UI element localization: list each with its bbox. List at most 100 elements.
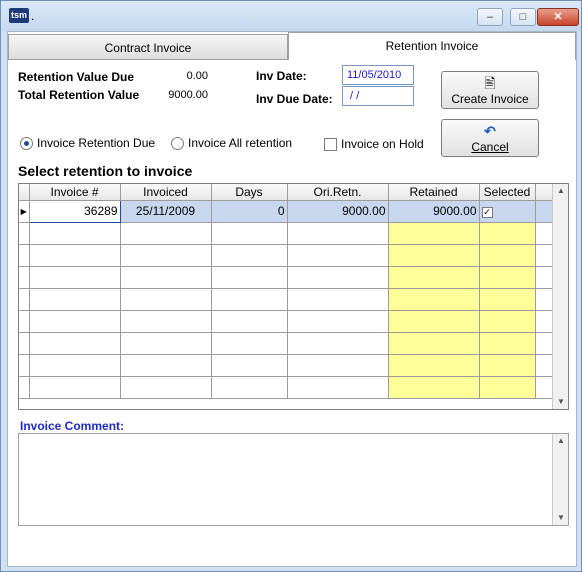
empty-cell[interactable]	[479, 376, 536, 399]
empty-cell[interactable]	[287, 222, 389, 245]
table-row-empty[interactable]	[19, 222, 554, 245]
table-row-empty[interactable]	[19, 244, 554, 267]
empty-cell[interactable]	[29, 244, 121, 267]
empty-cell[interactable]	[29, 354, 121, 377]
empty-cell	[535, 222, 554, 245]
radio-indicator	[171, 136, 184, 150]
days-cell[interactable]: 0	[211, 200, 288, 223]
empty-cell[interactable]	[479, 288, 536, 311]
column-header-days[interactable]: Days	[211, 184, 288, 201]
empty-cell[interactable]	[287, 354, 389, 377]
cancel-button[interactable]: ↶ Cancel	[441, 119, 539, 157]
empty-cell[interactable]	[29, 310, 121, 333]
maximize-button[interactable]: □	[510, 8, 536, 26]
empty-cell[interactable]	[287, 332, 389, 355]
empty-cell	[535, 332, 554, 355]
empty-cell[interactable]	[479, 354, 536, 377]
selected-cell[interactable]: ✓	[479, 200, 536, 223]
close-button[interactable]: ✕	[537, 8, 579, 26]
empty-cell[interactable]	[479, 266, 536, 289]
empty-cell[interactable]	[211, 310, 288, 333]
table-row-empty[interactable]	[19, 310, 554, 333]
scroll-down-icon[interactable]: ▼	[553, 395, 568, 409]
column-header-invoice[interactable]: Invoice #	[29, 184, 121, 201]
empty-cell[interactable]	[120, 310, 212, 333]
column-header-selected[interactable]: Selected	[479, 184, 536, 201]
tab-contract-invoice[interactable]: Contract Invoice	[8, 34, 288, 60]
empty-cell[interactable]	[29, 288, 121, 311]
app-icon: tsm	[9, 8, 29, 23]
column-header-invoiced[interactable]: Invoiced	[120, 184, 212, 201]
empty-cell[interactable]	[287, 244, 389, 267]
empty-cell[interactable]	[388, 288, 480, 311]
invoice-on-hold-checkbox[interactable]: Invoice on Hold	[324, 137, 424, 151]
tab-retention-invoice[interactable]: Retention Invoice	[288, 32, 576, 60]
table-row-empty[interactable]	[19, 376, 554, 399]
empty-cell[interactable]	[29, 222, 121, 245]
empty-cell[interactable]	[479, 222, 536, 245]
spare-cell	[535, 200, 554, 223]
empty-cell[interactable]	[211, 354, 288, 377]
empty-cell[interactable]	[29, 266, 121, 289]
empty-cell[interactable]	[388, 310, 480, 333]
selected-checkbox[interactable]: ✓	[481, 207, 493, 218]
empty-cell[interactable]	[120, 288, 212, 311]
empty-cell[interactable]	[287, 376, 389, 399]
empty-cell[interactable]	[120, 266, 212, 289]
table-row-empty[interactable]	[19, 332, 554, 355]
empty-cell[interactable]	[120, 222, 212, 245]
column-header-ori-retn[interactable]: Ori.Retn.	[287, 184, 389, 201]
invoice-all-retention-radio[interactable]: Invoice All retention	[171, 136, 292, 150]
empty-cell[interactable]	[479, 332, 536, 355]
table-row[interactable]: ▶ 36289 25/11/2009 0 9000.00 9000.00 ✓	[19, 199, 554, 223]
empty-cell[interactable]	[479, 244, 536, 267]
empty-cell[interactable]	[211, 332, 288, 355]
retention-grid: Invoice # Invoiced Days Ori.Retn. Retain…	[18, 183, 569, 410]
invoiced-date-cell[interactable]: 25/11/2009	[120, 200, 212, 223]
invoice-retention-due-radio[interactable]: Invoice Retention Due	[20, 136, 155, 150]
empty-cell[interactable]	[388, 222, 480, 245]
table-row-empty[interactable]	[19, 266, 554, 289]
retained-cell[interactable]: 9000.00	[388, 200, 480, 223]
empty-cell[interactable]	[287, 288, 389, 311]
comment-scroll-up-icon[interactable]: ▲	[553, 434, 569, 448]
ori-retn-cell[interactable]: 9000.00	[287, 200, 389, 223]
empty-cell[interactable]	[388, 354, 480, 377]
create-invoice-label: Create Invoice	[451, 92, 529, 106]
scroll-up-icon[interactable]: ▲	[553, 184, 568, 198]
empty-cell[interactable]	[120, 354, 212, 377]
row-indicator-cell	[19, 332, 30, 355]
column-header-retained[interactable]: Retained	[388, 184, 480, 201]
empty-cell[interactable]	[211, 376, 288, 399]
empty-cell[interactable]	[479, 310, 536, 333]
empty-cell[interactable]	[388, 332, 480, 355]
table-row-empty[interactable]	[19, 354, 554, 377]
grid-header-row: Invoice # Invoiced Days Ori.Retn. Retain…	[19, 184, 554, 201]
inv-due-date-field[interactable]: / /	[342, 86, 414, 106]
create-invoice-button[interactable]: 🖹 Create Invoice	[441, 71, 539, 109]
empty-cell[interactable]	[211, 266, 288, 289]
inv-date-field[interactable]: 11/05/2010	[342, 65, 414, 85]
empty-cell[interactable]	[211, 244, 288, 267]
empty-cell[interactable]	[287, 310, 389, 333]
invoice-comment-field[interactable]: ▲ ▼	[18, 433, 569, 526]
comment-scrollbar[interactable]: ▲ ▼	[552, 434, 568, 525]
table-row-empty[interactable]	[19, 288, 554, 311]
empty-cell[interactable]	[388, 266, 480, 289]
grid-scrollbar[interactable]: ▲ ▼	[552, 184, 568, 409]
empty-cell[interactable]	[388, 376, 480, 399]
empty-cell[interactable]	[388, 244, 480, 267]
empty-cell[interactable]	[211, 222, 288, 245]
empty-cell[interactable]	[120, 244, 212, 267]
retention-value-due-label: Retention Value Due	[18, 70, 135, 84]
invoice-number-cell[interactable]: 36289	[28, 199, 121, 223]
empty-cell	[535, 354, 554, 377]
empty-cell[interactable]	[120, 332, 212, 355]
comment-scroll-down-icon[interactable]: ▼	[553, 511, 569, 525]
empty-cell[interactable]	[29, 332, 121, 355]
minimize-button[interactable]: –	[477, 8, 503, 26]
empty-cell[interactable]	[211, 288, 288, 311]
empty-cell[interactable]	[29, 376, 121, 399]
empty-cell[interactable]	[120, 376, 212, 399]
empty-cell[interactable]	[287, 266, 389, 289]
